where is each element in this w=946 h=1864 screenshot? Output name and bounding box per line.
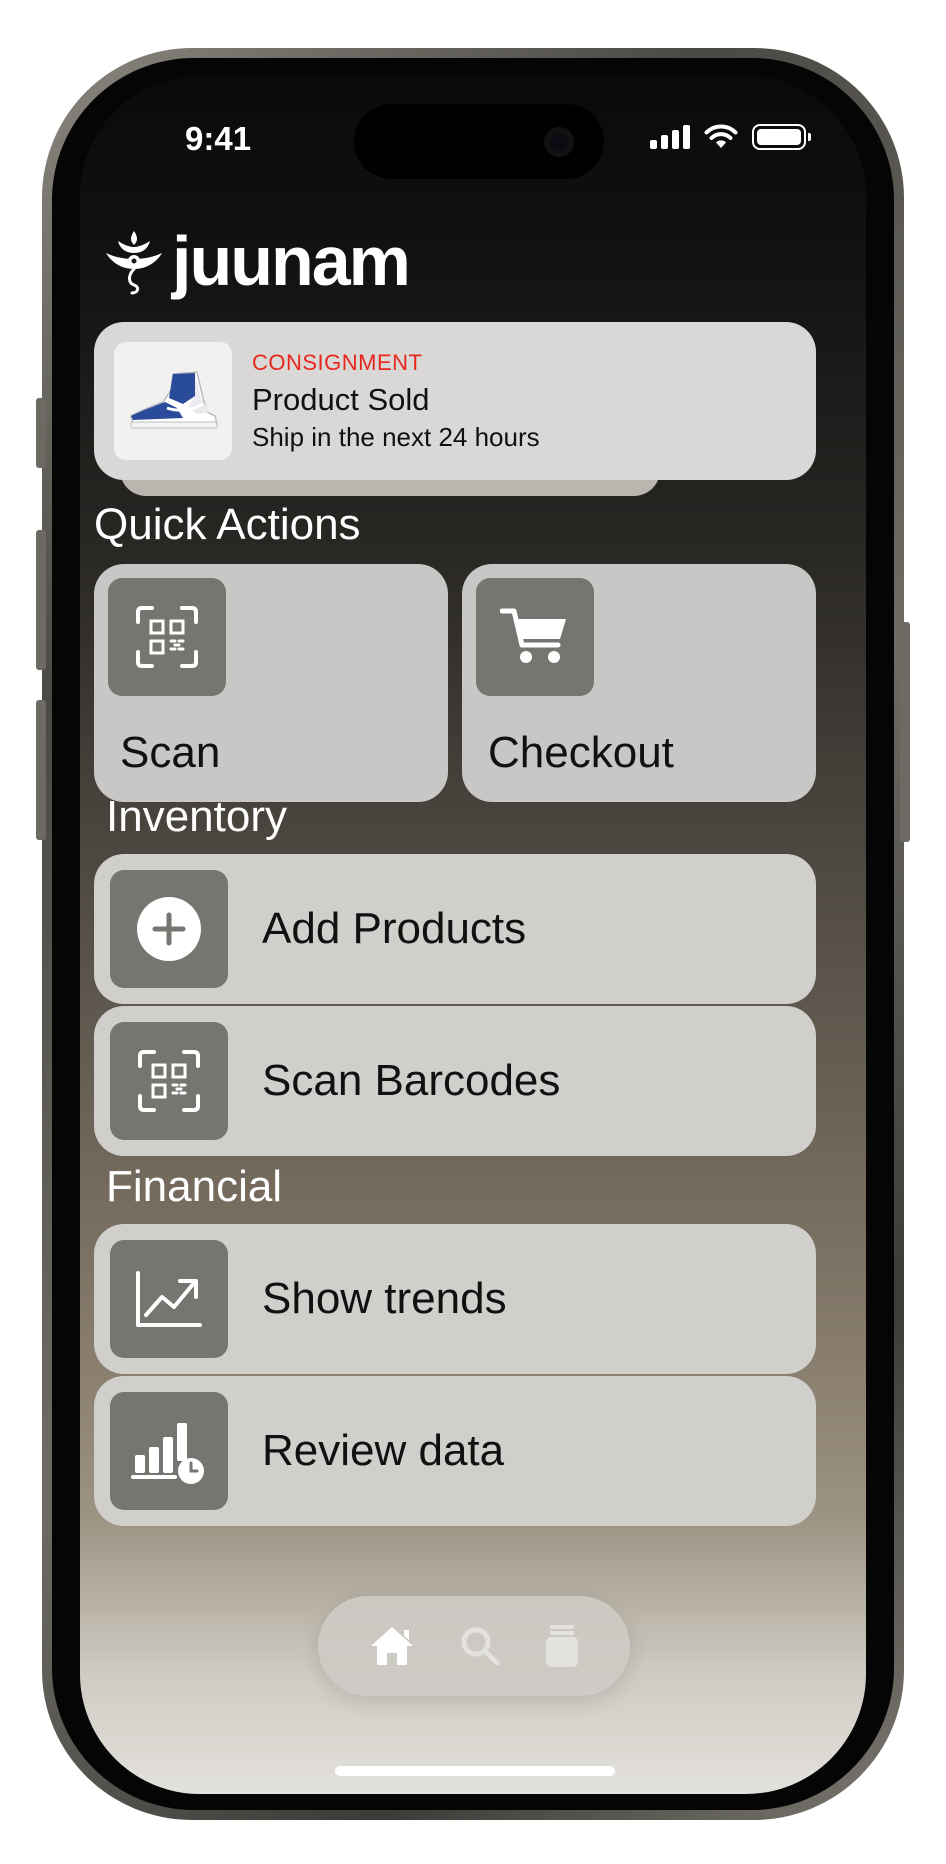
battery-icon [752, 124, 811, 150]
cart-icon [500, 608, 566, 663]
qr-scan-icon [136, 606, 198, 668]
quick-action-label: Scan [120, 728, 221, 777]
volume-down-button [36, 700, 46, 840]
trend-chart-icon [136, 1271, 202, 1327]
scan-icon-tile [108, 578, 226, 696]
row-add-products[interactable]: Add Products [94, 854, 816, 1004]
status-icons [650, 124, 811, 150]
row-label: Show trends [262, 1274, 507, 1323]
notification-thumbnail [114, 342, 232, 460]
search-icon[interactable] [459, 1625, 501, 1667]
bar-chart-clock-icon [131, 1423, 204, 1484]
show-trends-icon-tile [110, 1240, 228, 1358]
row-scan-barcodes[interactable]: Scan Barcodes [94, 1006, 816, 1156]
action-button [36, 398, 46, 468]
section-title-financial: Financial [106, 1162, 283, 1211]
add-products-icon-tile [110, 870, 228, 988]
row-show-trends[interactable]: Show trends [94, 1224, 816, 1374]
row-label: Scan Barcodes [262, 1056, 561, 1105]
quick-action-label: Checkout [488, 728, 674, 777]
section-title-quick-actions: Quick Actions [94, 500, 361, 549]
row-label: Add Products [262, 904, 527, 953]
checkout-icon-tile [476, 578, 594, 696]
row-review-data[interactable]: Review data [94, 1376, 816, 1526]
section-title-inventory: Inventory [106, 792, 287, 841]
cellular-signal-icon [650, 125, 690, 149]
camera-icon [544, 127, 574, 157]
quick-action-checkout[interactable]: Checkout [462, 564, 816, 802]
notification-subtitle: Ship in the next 24 hours [252, 421, 540, 452]
notification-tag: CONSIGNMENT [252, 349, 423, 375]
home-icon[interactable] [368, 1624, 416, 1668]
scan-barcodes-icon-tile [110, 1022, 228, 1140]
power-button [900, 622, 910, 842]
review-data-icon-tile [110, 1392, 228, 1510]
lotus-logo-icon [106, 231, 162, 295]
brand-logo: juunam [104, 222, 411, 300]
dynamic-island [354, 104, 604, 179]
notification-title: Product Sold [252, 381, 430, 417]
qr-scan-icon [138, 1050, 200, 1112]
home-indicator [335, 1766, 615, 1776]
quick-action-scan[interactable]: Scan [94, 564, 448, 802]
tab-bar [318, 1596, 630, 1696]
notification-card[interactable]: CONSIGNMENT Product Sold Ship in the nex… [94, 322, 816, 480]
brand-name: juunam [172, 222, 411, 300]
plus-circle-icon [137, 897, 201, 961]
status-time: 9:41 [185, 120, 252, 157]
sneaker-image [130, 371, 218, 429]
row-label: Review data [262, 1426, 505, 1475]
jar-icon[interactable] [544, 1623, 580, 1669]
volume-up-button [36, 530, 46, 670]
app-screen: 9:41 juunam CONSIGNMENT Product Sold Shi… [80, 76, 866, 1794]
wifi-icon [704, 124, 738, 148]
